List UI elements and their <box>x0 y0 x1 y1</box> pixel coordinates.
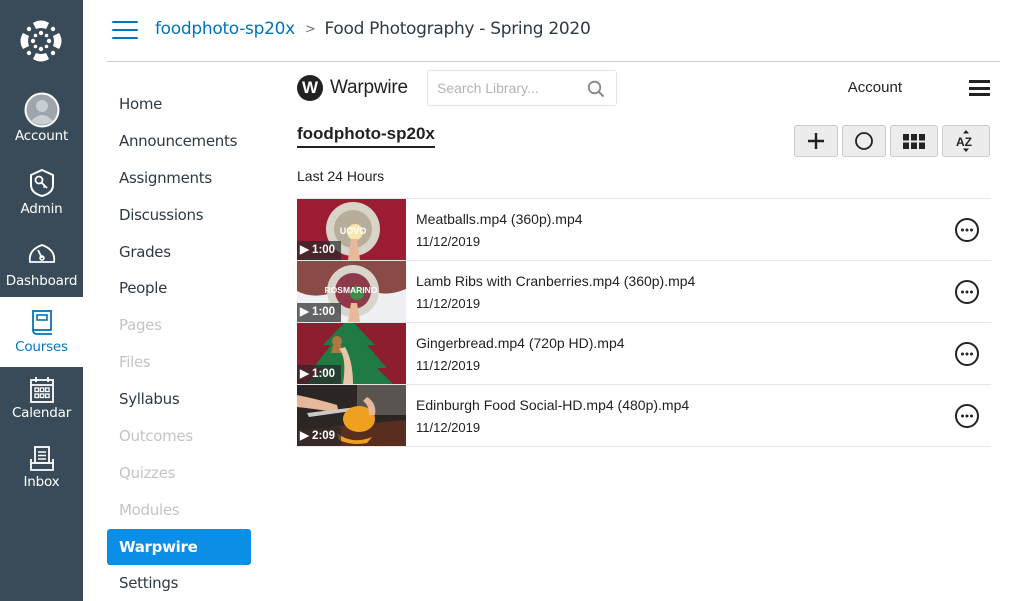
sort-button[interactable]: AZ <box>942 125 990 157</box>
breadcrumb: foodphoto-sp20x > Food Photography - Spr… <box>155 19 591 39</box>
gnav-label: Inbox <box>23 474 60 490</box>
more-options-icon[interactable] <box>954 217 980 243</box>
media-list: UOVO ▶ 1:00 Meatballs.mp4 (360p).mp4 11/… <box>297 198 991 447</box>
breadcrumb-course-link[interactable]: foodphoto-sp20x <box>155 19 295 39</box>
media-thumbnail[interactable]: UOVO ▶ 1:00 <box>297 199 406 260</box>
breadcrumb-current: Food Photography - Spring 2020 <box>324 19 591 39</box>
hamburger-icon-bar <box>112 21 138 23</box>
canvas-logo-icon[interactable] <box>17 17 65 65</box>
media-thumbnail[interactable]: ▶ 1:00 <box>297 323 406 384</box>
duration-badge: ▶ 1:00 <box>297 241 342 260</box>
course-nav-home[interactable]: Home <box>107 86 251 123</box>
gnav-label: Calendar <box>11 405 72 421</box>
course-nav-pages[interactable]: Pages <box>107 307 251 344</box>
gnav-item-inbox[interactable]: Inbox <box>0 445 83 505</box>
account-link[interactable]: Account <box>848 79 902 96</box>
library-title[interactable]: foodphoto-sp20x <box>297 124 435 148</box>
duration-text: 1:00 <box>312 244 336 256</box>
media-title[interactable]: Meatballs.mp4 (360p).mp4 <box>416 211 583 227</box>
course-menu-toggle[interactable] <box>112 21 138 41</box>
gnav-item-admin[interactable]: Admin <box>0 168 83 228</box>
duration-text: 1:00 <box>312 306 336 318</box>
calendar-icon <box>29 377 54 403</box>
course-nav-warpwire[interactable]: Warpwire <box>107 528 251 565</box>
duration-badge: ▶ 2:09 <box>297 427 342 446</box>
warpwire-menu-button[interactable] <box>969 80 990 96</box>
record-button[interactable] <box>842 125 886 157</box>
media-title[interactable]: Edinburgh Food Social-HD.mp4 (480p).mp4 <box>416 397 689 413</box>
gnav-item-calendar[interactable]: Calendar <box>0 376 83 436</box>
more-options-icon[interactable] <box>954 341 980 367</box>
course-nav-syllabus[interactable]: Syllabus <box>107 381 251 418</box>
menu-icon-bar <box>969 86 990 90</box>
course-nav-outcomes[interactable]: Outcomes <box>107 418 251 455</box>
gnav-item-dashboard[interactable]: Dashboard <box>0 242 83 302</box>
media-date: 11/12/2019 <box>416 420 481 435</box>
library-toolbar: AZ <box>794 125 994 157</box>
course-nav-discussions[interactable]: Discussions <box>107 197 251 234</box>
library-search-input[interactable] <box>437 80 587 96</box>
gnav-item-courses[interactable]: Courses <box>0 297 83 367</box>
gnav-label: Courses <box>15 339 68 355</box>
duration-badge: ▶ 1:00 <box>297 303 342 322</box>
circle-icon <box>855 132 873 150</box>
course-nav-assignments[interactable]: Assignments <box>107 160 251 197</box>
thumbnail-caption: ROSMARINO <box>325 285 378 295</box>
course-nav-settings[interactable]: Settings <box>107 565 251 601</box>
svg-text:AZ: AZ <box>956 135 972 149</box>
avatar-icon <box>24 92 59 128</box>
gnav-label: Admin <box>20 201 63 217</box>
global-nav: Account Admin Dashboard Courses Calendar… <box>0 0 83 601</box>
media-thumbnail[interactable]: ROSMARINO ▶ 1:00 <box>297 261 406 322</box>
media-date: 11/12/2019 <box>416 358 481 373</box>
media-row[interactable]: ▶ 1:00 Gingerbread.mp4 (720p HD).mp4 11/… <box>297 323 991 385</box>
hamburger-icon-bar <box>112 29 138 31</box>
warpwire-logo-icon: W <box>297 75 323 101</box>
media-row[interactable]: UOVO ▶ 1:00 Meatballs.mp4 (360p).mp4 11/… <box>297 199 991 261</box>
course-nav-announcements[interactable]: Announcements <box>107 123 251 160</box>
add-media-button[interactable] <box>794 125 838 157</box>
course-nav-quizzes[interactable]: Quizzes <box>107 455 251 492</box>
media-row[interactable]: ▶ 2:09 Edinburgh Food Social-HD.mp4 (480… <box>297 385 991 447</box>
duration-text: 1:00 <box>312 368 336 380</box>
plus-icon <box>808 133 824 149</box>
duration-badge: ▶ 1:00 <box>297 365 342 384</box>
more-options-icon[interactable] <box>954 279 980 305</box>
course-nav-people[interactable]: People <box>107 270 251 307</box>
thumbnail-caption: UOVO <box>340 226 367 236</box>
hamburger-icon-bar <box>112 37 138 39</box>
warpwire-logo[interactable]: W Warpwire <box>297 75 408 101</box>
gnav-label: Account <box>14 128 69 144</box>
menu-icon-bar <box>969 80 990 83</box>
course-nav-files[interactable]: Files <box>107 344 251 381</box>
search-icon[interactable] <box>587 80 605 98</box>
course-nav-modules[interactable]: Modules <box>107 492 251 529</box>
more-options-icon[interactable] <box>954 403 980 429</box>
media-title[interactable]: Gingerbread.mp4 (720p HD).mp4 <box>416 335 625 351</box>
media-row[interactable]: ROSMARINO ▶ 1:00 Lamb Ribs with Cranberr… <box>297 261 991 323</box>
course-nav-grades[interactable]: Grades <box>107 234 251 271</box>
media-title[interactable]: Lamb Ribs with Cranberries.mp4 (360p).mp… <box>416 273 695 289</box>
gnav-label: Dashboard <box>5 273 78 289</box>
grid-icon <box>903 133 925 149</box>
library-search <box>427 70 617 106</box>
duration-text: 2:09 <box>312 430 336 442</box>
book-icon <box>31 310 52 335</box>
section-heading: Last 24 Hours <box>297 168 385 184</box>
sort-az-icon: AZ <box>956 130 972 152</box>
breadcrumb-separator-icon: > <box>304 21 316 37</box>
inbox-icon <box>29 446 54 471</box>
menu-icon-bar <box>969 93 990 96</box>
media-thumbnail[interactable]: ▶ 2:09 <box>297 385 406 446</box>
gnav-item-account[interactable]: Account <box>0 92 83 152</box>
course-nav: Home Announcements Assignments Discussio… <box>107 86 251 601</box>
shield-key-icon <box>29 168 54 198</box>
media-date: 11/12/2019 <box>416 234 481 249</box>
header-divider <box>107 61 1000 62</box>
speedometer-icon <box>28 244 55 263</box>
media-date: 11/12/2019 <box>416 296 481 311</box>
warpwire-brand: Warpwire <box>330 77 408 98</box>
grid-view-button[interactable] <box>890 125 938 157</box>
